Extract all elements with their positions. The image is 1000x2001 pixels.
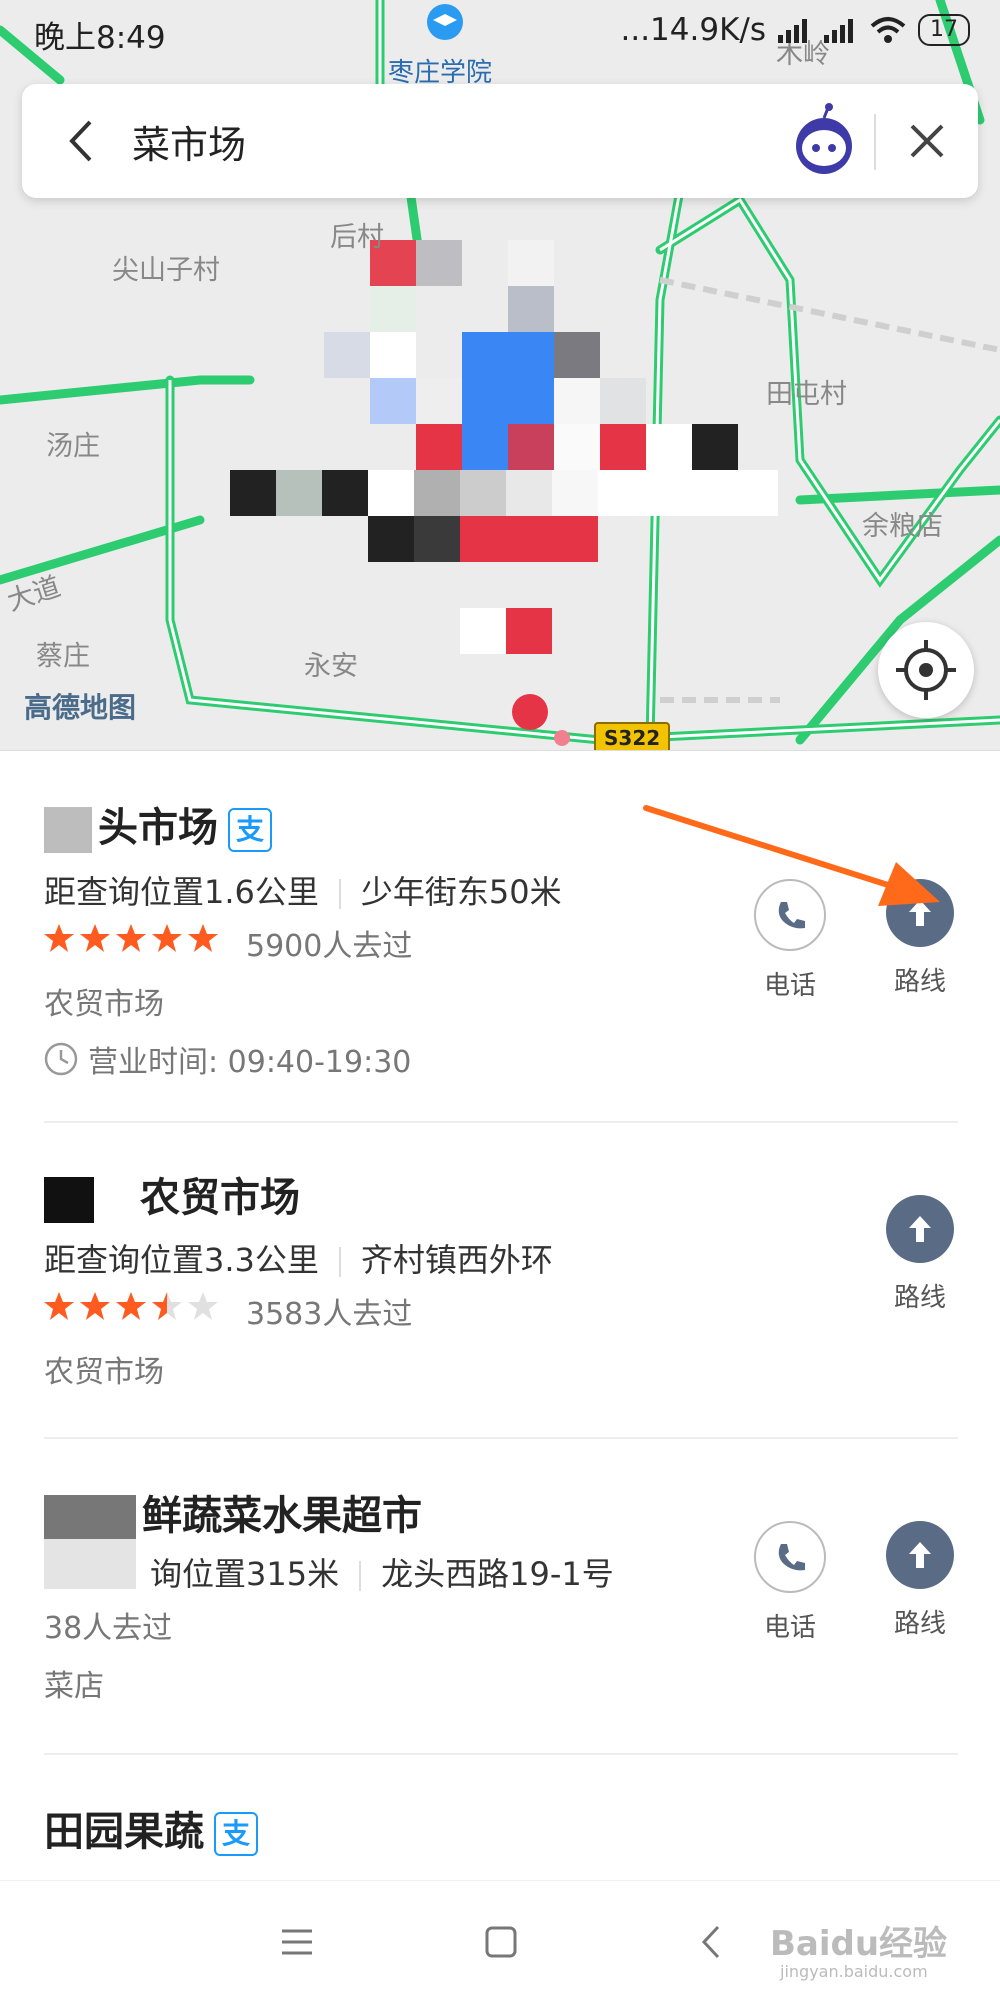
alipay-icon: 支	[228, 808, 272, 852]
close-icon[interactable]	[902, 116, 952, 166]
star-half-icon	[152, 1292, 182, 1320]
phone-label: 电话	[763, 971, 816, 1001]
result-category: 菜店	[44, 1669, 104, 1704]
result-title-row: 农贸市场	[44, 1165, 300, 1223]
annotation-arrow	[643, 805, 940, 906]
phone-label: 电话	[763, 1613, 816, 1643]
status-bar: 晚上8:49 ...14.9K/s 17	[0, 0, 1000, 64]
map-label: 蔡庄	[36, 641, 90, 672]
result-distance: 距查询位置1.6公里	[44, 873, 319, 911]
result-info: 距查询位置3.3公里 齐村镇西外环	[44, 1235, 553, 1281]
route-arrow-icon	[909, 1216, 931, 1242]
star-icon	[152, 924, 182, 952]
clock-icon	[44, 1042, 78, 1076]
result-title: 头市场	[98, 805, 218, 851]
redacted-text	[44, 807, 92, 853]
redacted-area	[230, 240, 778, 654]
map-label: 永安	[304, 651, 358, 682]
visit-count: 5900人去过	[246, 929, 413, 964]
redacted-text	[44, 1539, 136, 1589]
map-label: 汤庄	[46, 431, 100, 462]
result-category: 农贸市场	[44, 1355, 164, 1390]
route-arrow-icon	[909, 1542, 931, 1568]
battery-icon: 17	[918, 14, 970, 46]
result-card[interactable]: 鲜蔬菜水果超市 询位置315米 龙头西路19-1号 38人去过 菜店 电话 路线	[0, 1439, 1000, 1755]
route-label: 路线	[893, 1283, 946, 1313]
route-label: 路线	[893, 1609, 946, 1639]
crosshair-icon	[896, 640, 956, 700]
map-marker	[512, 694, 548, 730]
home-icon[interactable]	[476, 1917, 526, 1967]
star-icon	[44, 1292, 74, 1320]
route-button[interactable]: 路线	[880, 1521, 960, 1640]
redacted-text	[44, 1495, 136, 1541]
status-time: 晚上8:49	[34, 20, 166, 56]
result-title-row: 鲜蔬菜水果超市	[44, 1483, 422, 1541]
redacted-text	[44, 1177, 94, 1223]
result-title: 农贸市场	[140, 1175, 300, 1221]
star-icon	[188, 924, 218, 952]
signal-icon	[778, 19, 807, 43]
visit-count: 38人去过	[44, 1611, 173, 1646]
alipay-icon: 支	[214, 1812, 258, 1856]
star-icon	[44, 924, 74, 952]
status-indicators: ...14.9K/s 17	[620, 12, 970, 48]
star-icon	[116, 924, 146, 952]
watermark-logo: Baidu经验	[770, 1924, 948, 1964]
route-button[interactable]: 路线	[880, 1195, 960, 1314]
back-nav-icon[interactable]	[686, 1917, 736, 1967]
star-icon	[80, 924, 110, 952]
business-hours: 营业时间: 09:40-19:30	[44, 1037, 411, 1081]
star-icon	[116, 1292, 146, 1320]
voice-assistant-icon[interactable]	[784, 100, 864, 180]
amap-logo: 高德地图	[24, 691, 137, 724]
map-label: 余粮店	[862, 511, 943, 542]
result-category: 农贸市场	[44, 987, 164, 1022]
hours-text: 营业时间: 09:40-19:30	[88, 1045, 412, 1080]
result-address: 齐村镇西外环	[360, 1241, 553, 1279]
result-title-row: 田园果蔬支	[44, 1799, 258, 1857]
wifi-icon	[870, 17, 906, 43]
visit-count: 3583人去过	[246, 1297, 413, 1332]
result-address: 少年街东50米	[360, 873, 562, 911]
result-title: 田园果蔬	[44, 1809, 204, 1855]
watermark-url: jingyan.baidu.com	[780, 1962, 928, 1981]
result-card[interactable]: 农贸市场 距查询位置3.3公里 齐村镇西外环 3583人去过 农贸市场 路线	[0, 1123, 1000, 1439]
result-distance: 距查询位置3.3公里	[44, 1241, 319, 1279]
result-distance: 询位置315米	[150, 1555, 340, 1593]
menu-icon[interactable]	[272, 1917, 322, 1967]
result-info: 距查询位置1.6公里 少年街东50米	[44, 867, 562, 913]
result-address: 龙头西路19-1号	[381, 1555, 614, 1593]
phone-button[interactable]: 电话	[750, 1521, 830, 1644]
road-badge: S322	[594, 722, 671, 750]
divider	[359, 1561, 362, 1591]
rating-stars	[44, 923, 218, 953]
result-card[interactable]: 田园果蔬支	[0, 1755, 1000, 1881]
divider	[874, 114, 876, 170]
divider	[338, 1247, 341, 1277]
signal-icon	[824, 19, 853, 43]
map-label: 田屯村	[766, 379, 847, 410]
map-label: 后村	[330, 222, 384, 253]
result-info: 询位置315米 龙头西路19-1号	[150, 1549, 614, 1595]
locate-button[interactable]	[878, 622, 974, 718]
search-query[interactable]: 菜市场	[132, 114, 246, 169]
map-label: 尖山子村	[112, 255, 220, 286]
network-speed: ...14.9K/s	[620, 12, 766, 48]
route-label: 路线	[893, 967, 946, 997]
result-title: 鲜蔬菜水果超市	[142, 1493, 422, 1539]
phone-icon	[778, 1544, 805, 1571]
result-title-row: 头市场支	[44, 795, 272, 853]
back-icon[interactable]	[62, 116, 102, 166]
search-bar: 菜市场	[22, 84, 978, 198]
rating-stars	[44, 1291, 218, 1321]
divider	[338, 879, 341, 909]
star-empty-icon	[188, 1292, 218, 1320]
star-icon	[80, 1292, 110, 1320]
